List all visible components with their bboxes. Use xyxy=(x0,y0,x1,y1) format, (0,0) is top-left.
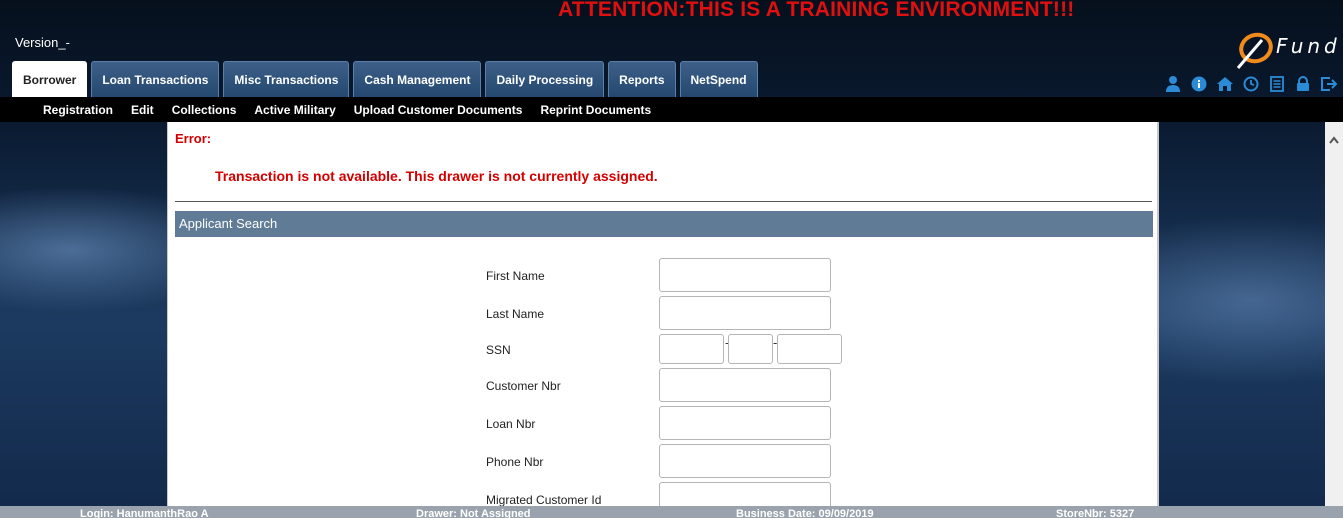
tab-netspend[interactable]: NetSpend xyxy=(679,61,758,97)
lock-icon[interactable] xyxy=(1294,74,1312,94)
last-name-input[interactable] xyxy=(659,296,831,330)
error-title: Error: xyxy=(175,131,212,146)
user-icon[interactable] xyxy=(1164,74,1182,94)
ssn-part2-input[interactable] xyxy=(728,334,773,364)
error-message: Transaction is not available. This drawe… xyxy=(215,168,658,184)
ssn-part1-input[interactable] xyxy=(659,334,724,364)
phone-nbr-label: Phone Nbr xyxy=(486,455,544,469)
content-panel: Error: Transaction is not available. Thi… xyxy=(167,122,1159,518)
scroll-up-icon[interactable] xyxy=(1329,136,1339,144)
status-bar: Login: HanumanthRao A Drawer: Not Assign… xyxy=(0,506,1343,518)
training-banner: ATTENTION:THIS IS A TRAINING ENVIRONMENT… xyxy=(558,0,1075,21)
customer-nbr-label: Customer Nbr xyxy=(486,379,561,393)
tab-daily-processing[interactable]: Daily Processing xyxy=(485,61,605,97)
divider xyxy=(175,201,1152,202)
status-drawer: Drawer: Not Assigned xyxy=(416,508,531,518)
status-business-date: Business Date: 09/09/2019 xyxy=(736,508,874,518)
ssn-part3-input[interactable] xyxy=(777,334,842,364)
tab-cash-management[interactable]: Cash Management xyxy=(353,61,482,97)
loan-nbr-input[interactable] xyxy=(659,406,831,440)
subnav-collections[interactable]: Collections xyxy=(172,103,237,117)
first-name-label: First Name xyxy=(486,269,545,283)
tab-borrower[interactable]: Borrower xyxy=(12,61,88,97)
phone-nbr-input[interactable] xyxy=(659,444,831,478)
sub-navigation: Registration Edit Collections Active Mil… xyxy=(0,97,1343,122)
tab-loan-transactions[interactable]: Loan Transactions xyxy=(91,61,220,97)
logout-icon[interactable] xyxy=(1320,74,1338,94)
main-tabs: Borrower Loan Transactions Misc Transact… xyxy=(12,61,758,97)
info-icon[interactable] xyxy=(1190,74,1208,94)
last-name-label: Last Name xyxy=(486,307,545,321)
subnav-registration[interactable]: Registration xyxy=(43,103,113,117)
header-icon-bar xyxy=(1164,74,1338,94)
applicant-search-header: Applicant Search xyxy=(175,211,1153,237)
subnav-upload-customer-documents[interactable]: Upload Customer Documents xyxy=(354,103,523,117)
subnav-active-military[interactable]: Active Military xyxy=(254,103,335,117)
version-label: Version_- xyxy=(15,35,70,50)
document-icon[interactable] xyxy=(1268,74,1286,94)
first-name-input[interactable] xyxy=(659,258,831,292)
status-store: StoreNbr: 5327 xyxy=(1056,508,1135,518)
clock-icon[interactable] xyxy=(1242,74,1260,94)
subnav-reprint-documents[interactable]: Reprint Documents xyxy=(540,103,651,117)
loan-nbr-label: Loan Nbr xyxy=(486,417,536,431)
tab-reports[interactable]: Reports xyxy=(608,61,676,97)
home-icon[interactable] xyxy=(1216,74,1234,94)
customer-nbr-input[interactable] xyxy=(659,368,831,402)
subnav-edit[interactable]: Edit xyxy=(131,103,154,117)
qfund-logo: Fund xyxy=(1236,28,1340,70)
tab-misc-transactions[interactable]: Misc Transactions xyxy=(223,61,350,97)
migrated-customer-id-label: Migrated Customer Id xyxy=(486,493,602,507)
ssn-label: SSN xyxy=(486,343,511,357)
logo-text: Fund xyxy=(1276,34,1340,58)
status-login: Login: HanumanthRao A xyxy=(80,508,209,518)
scrollbar[interactable] xyxy=(1325,122,1343,518)
